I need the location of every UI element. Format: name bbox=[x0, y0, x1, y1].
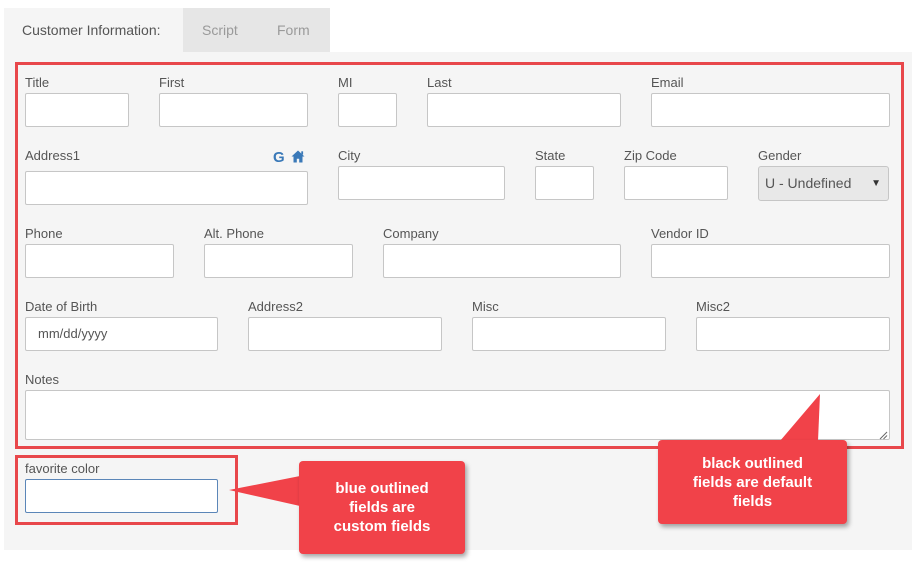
callout-line: fields bbox=[732, 492, 773, 510]
default-callout-arrow bbox=[780, 394, 820, 441]
callout-line: custom fields bbox=[333, 518, 431, 535]
callout-line: fields are default bbox=[692, 473, 813, 491]
callout-line: fields are bbox=[349, 499, 415, 516]
default-fields-callout: black outlined fields are default fields bbox=[658, 440, 847, 524]
callout-line: blue outlined bbox=[335, 480, 429, 497]
callout-line: black outlined bbox=[702, 454, 803, 472]
custom-fields-callout: blue outlined fields are custom fields bbox=[299, 461, 465, 554]
custom-callout-arrow bbox=[229, 476, 300, 506]
